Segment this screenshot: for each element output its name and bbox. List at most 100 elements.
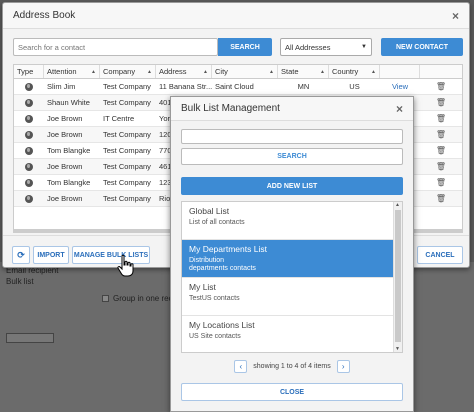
- column-header-company[interactable]: Company ▲: [100, 65, 156, 78]
- bulk-list-search-button[interactable]: SEARCH: [181, 148, 403, 165]
- trash-icon[interactable]: 🗑: [436, 194, 446, 203]
- group-checkbox[interactable]: [102, 295, 109, 302]
- cell-address: 11 Banana Str...: [159, 82, 212, 91]
- list-item[interactable]: My Departments List Distribution departmen…: [182, 240, 393, 278]
- globe-icon: [25, 130, 33, 139]
- background-input[interactable]: [6, 333, 54, 343]
- globe-icon: [25, 114, 33, 123]
- sort-icon: ▲: [269, 68, 274, 75]
- cell-attention: Joe Brown: [47, 194, 83, 203]
- list-item-description: TestUS contacts: [189, 295, 240, 302]
- column-header-type[interactable]: Type: [14, 65, 44, 78]
- cell-company: Test Company: [103, 130, 151, 139]
- trash-icon[interactable]: 🗑: [436, 130, 446, 139]
- cell-company: IT Centre: [103, 114, 135, 123]
- address-filter-select[interactable]: All Addresses ▼: [280, 38, 372, 56]
- cell-attention: Joe Brown: [47, 130, 83, 139]
- next-page-icon[interactable]: ›: [336, 359, 350, 373]
- list-item-description: departments contacts: [189, 265, 256, 273]
- refresh-icon[interactable]: ⟳: [12, 246, 30, 264]
- globe-icon: [25, 98, 33, 107]
- new-contact-button[interactable]: NEW CONTACT: [381, 38, 463, 56]
- trash-icon[interactable]: 🗑: [436, 146, 446, 155]
- sort-icon: ▲: [320, 68, 325, 75]
- globe-icon: [25, 178, 33, 187]
- cell-attention: Tom Blangke: [47, 146, 91, 155]
- chevron-down-icon: ▼: [361, 44, 367, 50]
- list-item-description: Distribution: [189, 257, 225, 264]
- search-button[interactable]: SEARCH: [218, 38, 272, 56]
- pager: ‹ showing 1 to 4 of 4 items ›: [181, 359, 403, 373]
- bulk-list-label: Bulk list: [6, 277, 34, 286]
- column-header-attention[interactable]: Attention ▲: [44, 65, 100, 78]
- list-item-description: List of all contacts: [189, 219, 245, 226]
- cell-country: US: [349, 82, 360, 91]
- sort-icon: ▲: [91, 68, 96, 75]
- prev-page-icon[interactable]: ‹: [234, 359, 248, 373]
- column-header-view: [380, 65, 420, 78]
- trash-icon[interactable]: 🗑: [436, 98, 446, 107]
- column-header-state[interactable]: State ▲: [278, 65, 329, 78]
- bulk-list-title: Bulk List Management: [181, 103, 280, 114]
- sort-icon: ▲: [147, 68, 152, 75]
- globe-icon: [25, 162, 33, 171]
- cell-attention: Joe Brown: [47, 114, 83, 123]
- close-icon[interactable]: ×: [452, 10, 459, 22]
- trash-icon[interactable]: 🗑: [436, 114, 446, 123]
- column-header-delete: [420, 65, 462, 78]
- address-book-titlebar: Address Book ×: [3, 3, 469, 29]
- close-button[interactable]: CLOSE: [181, 383, 403, 401]
- address-filter-value: All Addresses: [285, 42, 331, 52]
- cancel-button[interactable]: CANCEL: [417, 246, 463, 264]
- sort-icon: ▲: [371, 68, 376, 75]
- cell-company: Test Company: [103, 162, 151, 171]
- globe-icon: [25, 82, 33, 91]
- globe-icon: [25, 146, 33, 155]
- table-row[interactable]: Slim Jim Test Company 11 Banana Str... Sain…: [14, 79, 462, 95]
- column-header-address[interactable]: Address ▲: [156, 65, 212, 78]
- list-item-name: Global List: [189, 206, 230, 216]
- bulk-list-titlebar: Bulk List Management ×: [171, 97, 413, 121]
- trash-icon[interactable]: 🗑: [436, 162, 446, 171]
- scroll-down-icon[interactable]: ▼: [395, 346, 400, 352]
- contact-search-input[interactable]: [13, 38, 218, 56]
- add-new-list-button[interactable]: ADD NEW LIST: [181, 177, 403, 195]
- cell-company: Test Company: [103, 146, 151, 155]
- sort-icon: ▲: [203, 68, 208, 75]
- cell-attention: Joe Brown: [47, 162, 83, 171]
- cell-city: Saint Cloud: [215, 82, 254, 91]
- cell-company: Test Company: [103, 194, 151, 203]
- globe-icon: [25, 194, 33, 203]
- cell-attention: Shaun White: [47, 98, 90, 107]
- bulk-list-search-input[interactable]: [181, 129, 403, 144]
- import-button[interactable]: IMPORT: [33, 246, 69, 264]
- list-item-description: US Site contacts: [189, 333, 241, 340]
- list-item[interactable]: My List TestUS contacts: [182, 278, 393, 316]
- manage-bulk-lists-button[interactable]: MANAGE BULK LISTS: [72, 246, 150, 264]
- bulk-lists: Global List List of all contacts My Depart…: [181, 201, 403, 353]
- column-header-city[interactable]: City ▲: [212, 65, 278, 78]
- bulk-list-dialog: Bulk List Management × SEARCH ADD NEW LI…: [170, 96, 414, 412]
- pager-text: showing 1 to 4 of 4 items: [253, 362, 331, 370]
- list-item[interactable]: My Locations List US Site contacts: [182, 316, 393, 352]
- cell-attention: Slim Jim: [47, 82, 76, 91]
- column-header-country[interactable]: Country ▲: [329, 65, 380, 78]
- list-item[interactable]: Global List List of all contacts: [182, 202, 393, 240]
- list-item-name: My List: [189, 282, 216, 292]
- search-row: SEARCH All Addresses ▼ NEW CONTACT: [13, 38, 463, 56]
- cell-attention: Tom Blangke: [47, 178, 91, 187]
- trash-icon[interactable]: 🗑: [436, 82, 446, 91]
- scrollbar-thumb[interactable]: [395, 210, 401, 342]
- table-header: Type Attention ▲ Company ▲ Address ▲ City ▲ …: [14, 65, 462, 79]
- cell-company: Test Company: [103, 178, 151, 187]
- list-item-name: My Locations List: [189, 320, 255, 330]
- address-book-title: Address Book: [13, 10, 76, 21]
- view-link[interactable]: View: [392, 82, 408, 91]
- close-icon[interactable]: ×: [396, 103, 403, 115]
- cell-company: Test Company: [103, 82, 151, 91]
- cell-company: Test Company: [103, 98, 151, 107]
- list-scrollbar[interactable]: ▲ ▼: [393, 202, 402, 352]
- scroll-up-icon[interactable]: ▲: [395, 202, 400, 208]
- trash-icon[interactable]: 🗑: [436, 178, 446, 187]
- cell-state: MN: [297, 82, 310, 91]
